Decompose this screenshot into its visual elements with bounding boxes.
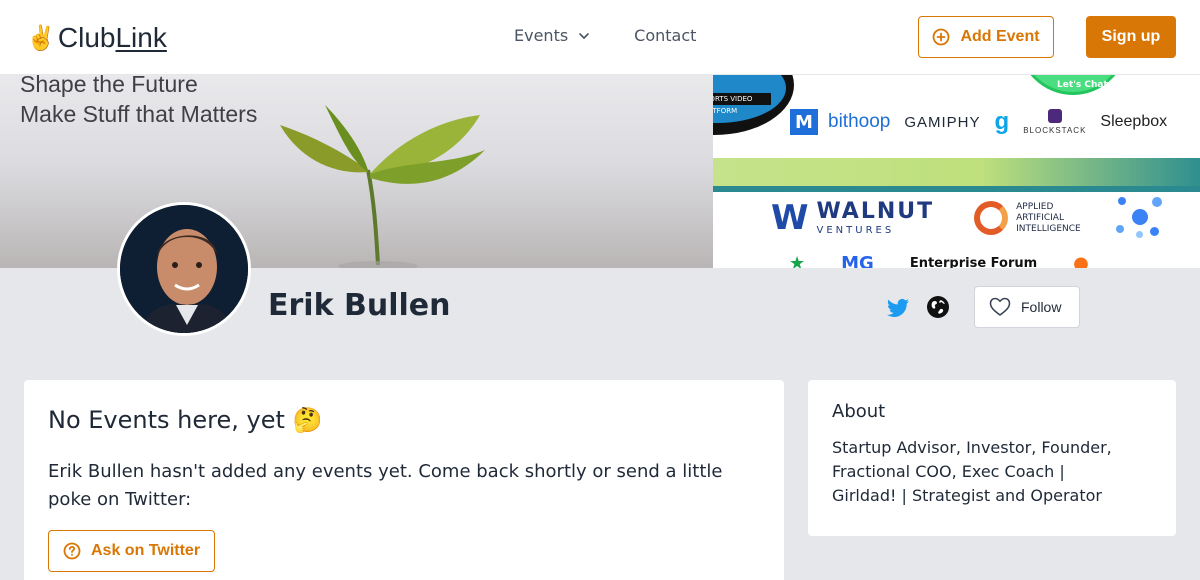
g-logo-icon: g	[994, 108, 1010, 135]
chevron-down-icon	[579, 32, 589, 39]
logo-text-link: Link	[115, 22, 167, 53]
about-text: Startup Advisor, Investor, Founder, Frac…	[832, 438, 1112, 505]
sponsor-sleepbox: Sleepbox	[1100, 113, 1168, 130]
nav-events[interactable]: Events	[514, 26, 590, 45]
m-logo-icon: M	[790, 109, 818, 135]
nav-contact-label: Contact	[634, 26, 697, 45]
logo-text: ClubLink	[58, 22, 167, 54]
banner-sponsors: THE SPORTS VIDEO PLATFORM Let's Chat M b…	[713, 75, 1200, 268]
blockstack-label: BLOCKSTACK	[1023, 126, 1087, 135]
twitter-icon[interactable]	[886, 296, 910, 320]
applied-ai-label: APPLIED ARTIFICIAL INTELLIGENCE	[1016, 201, 1081, 234]
logo-text-club: Club	[57, 22, 116, 53]
mg-logo-icon: MG	[841, 253, 874, 268]
events-card: No Events here, yet 🤔 Erik Bullen hasn't…	[24, 380, 784, 580]
banner-photo: Shape the Future Make Stuff that Matters	[0, 75, 713, 268]
sponsor-gamiphy: GAMIPHY	[904, 113, 981, 131]
sponsor-row-3: ★ MG Enterprise Forum ●	[789, 253, 1125, 268]
avatar-photo	[120, 205, 248, 333]
follow-label: Follow	[1021, 299, 1062, 315]
star-logo-icon: ★	[789, 253, 806, 268]
sponsor-bithoop: bithoop	[828, 111, 891, 132]
follow-button[interactable]: Follow	[974, 286, 1080, 328]
walnut-label: WALNUT	[816, 198, 935, 224]
heart-icon	[989, 297, 1011, 316]
nav-contact[interactable]: Contact	[634, 26, 696, 45]
thinking-face-icon: 🤔	[292, 406, 323, 434]
walnut-w-icon: W	[771, 198, 809, 238]
add-event-button[interactable]: Add Event	[918, 16, 1054, 58]
no-events-message: Erik Bullen hasn't added any events yet.…	[48, 461, 723, 510]
sponsor-row-1: M bithoop GAMIPHY g BLOCKSTACK Sleepbox	[790, 108, 1181, 136]
walnut-sub-label: VENTURES	[816, 224, 895, 236]
sign-up-button[interactable]: Sign up	[1086, 16, 1176, 58]
add-event-label: Add Event	[960, 28, 1040, 45]
avatar	[117, 202, 251, 336]
clublink-logo[interactable]: ✌️ ClubLink	[26, 18, 167, 58]
sprout-image	[280, 105, 485, 268]
banner-tagline: Shape the Future Make Stuff that Matters	[20, 75, 257, 129]
events-card-title: No Events here, yet 🤔	[48, 404, 760, 436]
sponsor-row-2: W WALNUT VENTURES APPLIED ARTIFICIAL INTE…	[771, 195, 1164, 241]
plus-circle-icon	[933, 28, 950, 46]
about-title: About	[832, 401, 886, 422]
tagline-line-2: Make Stuff that Matters	[20, 101, 258, 127]
banner-stripe-green	[713, 158, 1200, 186]
nav-events-label: Events	[514, 26, 569, 45]
question-circle-icon	[63, 542, 81, 560]
profile-name: Erik Bullen	[268, 288, 451, 323]
blockstack-icon	[1047, 109, 1062, 123]
lets-chat-badge: Let's Chat	[1018, 75, 1128, 95]
lets-chat-text: Let's Chat	[1057, 80, 1108, 90]
sponsor-blockstack: BLOCKSTACK	[1023, 109, 1086, 135]
sports-video-badge: THE SPORTS VIDEO PLATFORM	[713, 75, 794, 135]
ask-on-twitter-button[interactable]: Ask on Twitter	[48, 530, 215, 572]
sponsor-enterprise-forum: Enterprise Forum	[909, 256, 1038, 268]
sponsor-walnut-ventures: W WALNUT VENTURES	[771, 198, 934, 238]
tagline-line-1: Shape the Future	[20, 75, 198, 97]
main-nav: Events Contact	[514, 26, 696, 45]
network-hub-icon	[1116, 195, 1164, 241]
badge-caption: THE SPORTS VIDEO PLATFORM	[713, 93, 771, 115]
events-title-text: No Events here, yet	[48, 406, 285, 434]
sponsor-applied-ai: APPLIED ARTIFICIAL INTELLIGENCE	[974, 201, 1086, 235]
banner-stripe-teal	[713, 186, 1200, 192]
ask-on-twitter-label: Ask on Twitter	[91, 542, 201, 559]
globe-icon[interactable]	[926, 295, 950, 319]
top-navbar: ✌️ ClubLink Events Contact Add Event Sig…	[0, 0, 1200, 75]
pin-logo-icon: ●	[1073, 253, 1089, 268]
about-card: About Startup Advisor, Investor, Founder…	[808, 380, 1176, 536]
applied-ai-icon	[974, 201, 1009, 235]
victory-hand-icon: ✌️	[26, 24, 56, 52]
